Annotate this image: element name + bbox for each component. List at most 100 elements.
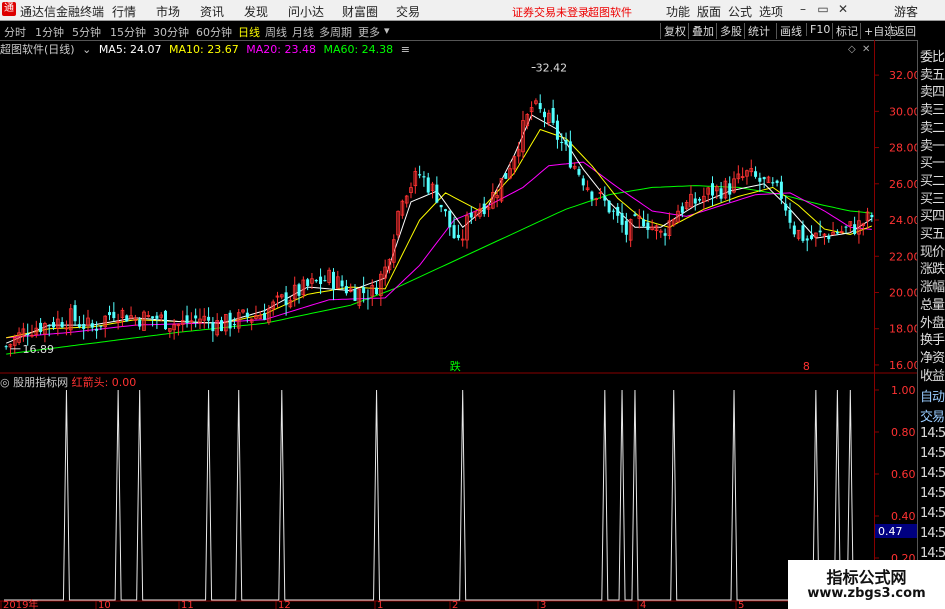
period-multi[interactable]: 多周期 [319,24,352,40]
candle-body [448,210,452,228]
duogu-button[interactable]: 多股 [716,23,742,39]
ma20-value: MA20: 23.48 [246,43,316,56]
cursor-value-box: 0.47 [875,524,917,538]
candle-body [194,315,198,319]
menu-jiaoyi[interactable]: 交易 [396,3,420,20]
menu-zixun[interactable]: 资讯 [200,3,224,20]
candle-body [719,188,723,199]
quote-label-17: 净资 [920,350,945,366]
menu-gongneng[interactable]: 功能 [666,3,690,20]
trade-label-1[interactable]: 交易 [920,406,945,425]
quote-label-6: 买一 [920,156,945,172]
chevron-down-icon[interactable]: ⌄ [82,43,91,56]
candle-body [331,271,335,290]
quote-label-10: 买五 [920,227,945,242]
candle-body [810,235,814,240]
quote-label-14: 总量 [920,297,945,313]
menu-shichang[interactable]: 市场 [156,3,180,20]
price-tick-label: 26.00 [889,178,917,191]
die-marker: 跌 [450,359,461,373]
minimize-icon[interactable]: – [794,2,812,17]
fuquan-button[interactable]: 复权 [660,23,686,39]
period-daily[interactable]: 日线 [238,24,260,40]
period-fenshi[interactable]: 分时 [4,24,26,40]
f10-button[interactable]: F10 [806,23,830,36]
candle-body [538,103,542,110]
candle-body [469,212,473,218]
date-tick-label: 10 [98,600,111,609]
date-tick-label: 3 [540,600,546,609]
period-60min[interactable]: 60分钟 [196,24,232,40]
title-bar: 通 通达信金融终端 行情 市场 资讯 发现 问小达 财富圈 交易 证券交易未登录… [0,0,945,21]
chart-canvas[interactable]: 16.00 18.00 20.00 22.00 24.00 26.00 28.00 30.00… [0,40,917,609]
candle-body [788,210,792,223]
candle-body [564,140,568,145]
quote-label-7: 买二 [920,173,945,189]
menu-banmian[interactable]: 版面 [697,3,721,20]
huaxian-button[interactable]: 画线 [776,23,802,39]
candle-body [297,284,301,296]
candle-body [362,287,366,294]
candle-body [319,276,323,285]
ma5-value: MA5: 24.07 [98,43,162,56]
period-monthly[interactable]: 月线 [292,24,314,40]
candle-body [771,182,775,184]
close-icon[interactable]: ✕ [834,2,852,17]
red-arrow-series [4,389,874,601]
period-more[interactable]: 更多 [358,24,380,40]
candle-body [818,230,822,233]
candle-body [284,292,288,306]
guest-label[interactable]: 游客 [894,3,918,20]
indicator-tick-label: 0.80 [891,426,916,439]
candle-body [577,169,581,175]
period-1min[interactable]: 1分钟 [35,24,64,40]
period-30min[interactable]: 30分钟 [153,24,189,40]
diejia-button[interactable]: 叠加 [688,23,714,39]
diamond-icon: ◇ [848,44,856,55]
period-15min[interactable]: 15分钟 [110,24,146,40]
menu-gongshi[interactable]: 公式 [728,3,752,20]
candle-body [646,222,650,230]
cursor-value: 0.47 [878,525,903,538]
candle-body [611,210,615,212]
candle-body [155,315,159,319]
quote-label-8: 买三 [920,191,945,207]
tongji-button[interactable]: 统计 [744,23,770,39]
candle-body [710,183,714,196]
menu-faxian[interactable]: 发现 [244,3,268,20]
candle-body [698,198,702,201]
watermark-url: www.zbgs3.com [807,586,926,601]
indicator-name[interactable]: 股朋指标网 [13,376,68,389]
candle-body [418,174,422,176]
back-button[interactable]: 返回 [890,23,916,39]
candle-body [422,176,426,178]
menu-caifuquan[interactable]: 财富圈 [342,3,378,20]
gear-icon[interactable]: ◎ [0,376,10,389]
candle-body [39,322,43,333]
biaoji-button[interactable]: 标记 [832,23,858,39]
menu-hangqing[interactable]: 行情 [112,3,136,20]
date-tick-label: 11 [181,600,194,609]
date-tick-label: 2019年 [3,598,38,609]
ma5-line [6,114,873,344]
menu-wenxiaoda[interactable]: 问小达 [288,3,324,20]
indicator-info-line: ◎ 股朋指标网 红箭头: 0.00 [0,374,136,390]
candle-body [435,184,439,203]
candle-body [77,324,81,327]
candle-body [207,316,211,321]
quote-label-18: 收益 [920,368,945,384]
more-options-icon[interactable]: ≡ [401,43,410,56]
stock-title: 超图软件(日线) [0,43,75,56]
menu-xuanxiang[interactable]: 选项 [759,3,783,20]
price-tick-label: 16.00 [889,359,917,372]
trade-label-0[interactable]: 自动 [920,386,945,405]
maximize-icon[interactable]: ▭ [814,2,832,17]
candle-body [314,280,318,282]
candle-body [680,206,684,213]
candle-body [784,203,788,211]
period-5min[interactable]: 5分钟 [72,24,101,40]
candle-body [220,320,223,332]
chevron-down-icon[interactable]: ▾ [384,24,390,37]
trade-login-notice[interactable]: 证券交易未登录 [512,4,589,20]
period-weekly[interactable]: 周线 [265,24,287,40]
